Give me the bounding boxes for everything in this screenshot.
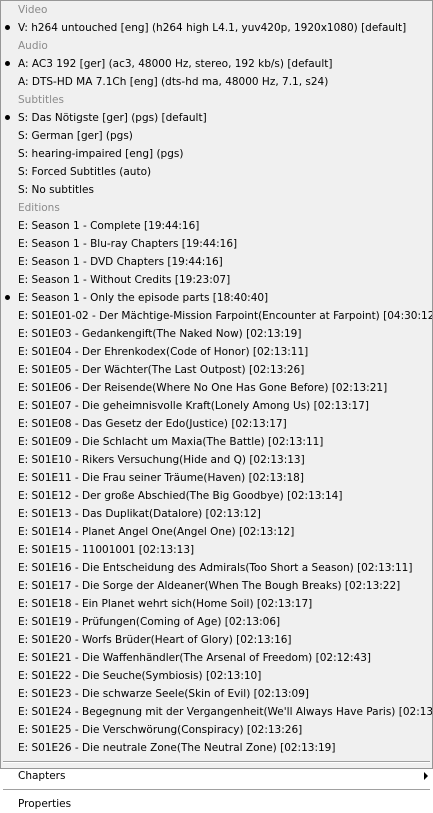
- menu-item-label: S: No subtitles: [18, 184, 94, 196]
- section-header-editions: Editions: [1, 199, 432, 217]
- menu-item-label: E: Season 1 - Blu-ray Chapters [19:44:16…: [18, 238, 238, 250]
- menu-item[interactable]: E: S01E11 - Die Frau seiner Träume(Haven…: [1, 469, 432, 487]
- menu-item-label: E: S01E14 - Planet Angel One(Angel One) …: [18, 526, 295, 538]
- radio-bullet-icon: [5, 25, 10, 30]
- menu-separator: [3, 789, 430, 791]
- section-header-subtitles: Subtitles: [1, 91, 432, 109]
- menu-separator: [3, 761, 430, 763]
- menu-item-label: E: Season 1 - Only the episode parts [18…: [18, 292, 269, 304]
- menu-item[interactable]: E: S01E10 - Rikers Versuchung(Hide and Q…: [1, 451, 432, 469]
- menu-item-label: E: S01E11 - Die Frau seiner Träume(Haven…: [18, 472, 304, 484]
- menu-item[interactable]: E: S01E16 - Die Entscheidung des Admiral…: [1, 559, 432, 577]
- menu-item[interactable]: E: S01E09 - Die Schlacht um Maxia(The Ba…: [1, 433, 432, 451]
- menu-item-label: E: Season 1 - Complete [19:44:16]: [18, 220, 200, 232]
- menu-item-label: E: S01E16 - Die Entscheidung des Admiral…: [18, 562, 413, 574]
- menu-item[interactable]: E: Season 1 - Blu-ray Chapters [19:44:16…: [1, 235, 432, 253]
- menu-item[interactable]: E: S01E21 - Die Waffenhändler(The Arsena…: [1, 649, 432, 667]
- menu-item[interactable]: E: Season 1 - DVD Chapters [19:44:16]: [1, 253, 432, 271]
- menu-item[interactable]: E: S01E25 - Die Verschwörung(Conspiracy)…: [1, 721, 432, 739]
- section-header-label: Video: [18, 4, 48, 16]
- section-header-label: Subtitles: [18, 94, 64, 106]
- menu-item-label: E: S01E26 - Die neutrale Zone(The Neutra…: [18, 742, 336, 754]
- menu-item-label: S: Das Nötigste [ger] (pgs) [default]: [18, 112, 207, 124]
- menu-item[interactable]: A: AC3 192 [ger] (ac3, 48000 Hz, stereo,…: [1, 55, 432, 73]
- properties-menu-item[interactable]: Properties: [1, 795, 432, 813]
- section-header-audio: Audio: [1, 37, 432, 55]
- menu-item-label: E: S01E22 - Die Seuche(Symbiosis) [02:13…: [18, 670, 262, 682]
- menu-item-label: E: S01E20 - Worfs Brüder(Heart of Glory)…: [18, 634, 292, 646]
- menu-item-label: E: Season 1 - DVD Chapters [19:44:16]: [18, 256, 223, 268]
- menu-item-label: E: S01E25 - Die Verschwörung(Conspiracy)…: [18, 724, 303, 736]
- menu-item[interactable]: E: S01E18 - Ein Planet wehrt sich(Home S…: [1, 595, 432, 613]
- menu-item[interactable]: E: S01E20 - Worfs Brüder(Heart of Glory)…: [1, 631, 432, 649]
- radio-bullet-icon: [5, 61, 10, 66]
- menu-item[interactable]: E: S01E17 - Die Sorge der Aldeaner(When …: [1, 577, 432, 595]
- menu-item-label: E: S01E10 - Rikers Versuchung(Hide and Q…: [18, 454, 305, 466]
- menu-item-label: S: hearing-impaired [eng] (pgs): [18, 148, 184, 160]
- menu-item[interactable]: E: S01E12 - Der große Abschied(The Big G…: [1, 487, 432, 505]
- menu-item-label: S: German [ger] (pgs): [18, 130, 133, 142]
- menu-item-label: E: S01E06 - Der Reisende(Where No One Ha…: [18, 382, 388, 394]
- menu-item[interactable]: S: Forced Subtitles (auto): [1, 163, 432, 181]
- menu-item-label: E: S01E18 - Ein Planet wehrt sich(Home S…: [18, 598, 313, 610]
- menu-item[interactable]: E: S01E26 - Die neutrale Zone(The Neutra…: [1, 739, 432, 757]
- menu-item-label: E: S01E12 - Der große Abschied(The Big G…: [18, 490, 343, 502]
- menu-item-label: E: S01E08 - Das Gesetz der Edo(Justice) …: [18, 418, 287, 430]
- menu-item-label: E: S01E07 - Die geheimnisvolle Kraft(Lon…: [18, 400, 369, 412]
- radio-bullet-icon: [5, 295, 10, 300]
- menu-item[interactable]: E: S01E07 - Die geheimnisvolle Kraft(Lon…: [1, 397, 432, 415]
- menu-item[interactable]: S: Das Nötigste [ger] (pgs) [default]: [1, 109, 432, 127]
- menu-item[interactable]: S: No subtitles: [1, 181, 432, 199]
- menu-item-label: E: S01E03 - Gedankengift(The Naked Now) …: [18, 328, 302, 340]
- section-header-video: Video: [1, 1, 432, 19]
- menu-item[interactable]: E: S01E14 - Planet Angel One(Angel One) …: [1, 523, 432, 541]
- menu-item-label: A: DTS-HD MA 7.1Ch [eng] (dts-hd ma, 480…: [18, 76, 329, 88]
- context-menu: Video V: h264 untouched [eng] (h264 high …: [0, 0, 433, 810]
- section-header-label: Editions: [18, 202, 60, 214]
- menu-item[interactable]: E: S01E01-02 - Der Mächtige-Mission Farp…: [1, 307, 432, 325]
- menu-item-label: E: S01E15 - 11001001 [02:13:13]: [18, 544, 195, 556]
- menu-item[interactable]: E: S01E22 - Die Seuche(Symbiosis) [02:13…: [1, 667, 432, 685]
- menu-item[interactable]: E: S01E04 - Der Ehrenkodex(Code of Honor…: [1, 343, 432, 361]
- chapters-submenu-item[interactable]: Chapters: [1, 767, 432, 785]
- chapters-label: Chapters: [18, 770, 66, 782]
- menu-item[interactable]: S: hearing-impaired [eng] (pgs): [1, 145, 432, 163]
- menu-item-label: E: S01E09 - Die Schlacht um Maxia(The Ba…: [18, 436, 324, 448]
- section-header-label: Audio: [18, 40, 48, 52]
- menu-item-label: V: h264 untouched [eng] (h264 high L4.1,…: [18, 22, 407, 34]
- menu-item-label: A: AC3 192 [ger] (ac3, 48000 Hz, stereo,…: [18, 58, 333, 70]
- menu-item[interactable]: E: S01E03 - Gedankengift(The Naked Now) …: [1, 325, 432, 343]
- properties-label: Properties: [18, 798, 72, 810]
- menu-item[interactable]: E: S01E13 - Das Duplikat(Datalore) [02:1…: [1, 505, 432, 523]
- menu-item[interactable]: V: h264 untouched [eng] (h264 high L4.1,…: [1, 19, 432, 37]
- radio-bullet-icon: [5, 115, 10, 120]
- menu-item-label: E: S01E24 - Begegnung mit der Vergangenh…: [18, 706, 432, 718]
- menu-item[interactable]: A: DTS-HD MA 7.1Ch [eng] (dts-hd ma, 480…: [1, 73, 432, 91]
- menu-item-label: E: S01E19 - Prüfungen(Coming of Age) [02…: [18, 616, 281, 628]
- menu-item[interactable]: E: Season 1 - Complete [19:44:16]: [1, 217, 432, 235]
- menu-item-label: E: S01E05 - Der Wächter(The Last Outpost…: [18, 364, 305, 376]
- menu-item-label: E: S01E01-02 - Der Mächtige-Mission Farp…: [18, 310, 432, 322]
- menu-item[interactable]: E: S01E08 - Das Gesetz der Edo(Justice) …: [1, 415, 432, 433]
- menu-item-label: E: S01E23 - Die schwarze Seele(Skin of E…: [18, 688, 309, 700]
- menu-item[interactable]: E: Season 1 - Without Credits [19:23:07]: [1, 271, 432, 289]
- menu-item[interactable]: E: S01E24 - Begegnung mit der Vergangenh…: [1, 703, 432, 721]
- menu-item[interactable]: E: S01E23 - Die schwarze Seele(Skin of E…: [1, 685, 432, 703]
- menu-item[interactable]: E: S01E06 - Der Reisende(Where No One Ha…: [1, 379, 432, 397]
- menu-item[interactable]: E: S01E15 - 11001001 [02:13:13]: [1, 541, 432, 559]
- menu-item-label: E: S01E21 - Die Waffenhändler(The Arsena…: [18, 652, 371, 664]
- menu-item[interactable]: E: Season 1 - Only the episode parts [18…: [1, 289, 432, 307]
- submenu-arrow-icon: [424, 772, 428, 780]
- menu-item-label: S: Forced Subtitles (auto): [18, 166, 152, 178]
- menu-item-label: E: S01E17 - Die Sorge der Aldeaner(When …: [18, 580, 401, 592]
- menu-item[interactable]: E: S01E05 - Der Wächter(The Last Outpost…: [1, 361, 432, 379]
- menu-item[interactable]: E: S01E19 - Prüfungen(Coming of Age) [02…: [1, 613, 432, 631]
- menu-item-label: E: S01E13 - Das Duplikat(Datalore) [02:1…: [18, 508, 261, 520]
- menu-item[interactable]: S: German [ger] (pgs): [1, 127, 432, 145]
- menu-item-label: E: S01E04 - Der Ehrenkodex(Code of Honor…: [18, 346, 309, 358]
- menu-item-label: E: Season 1 - Without Credits [19:23:07]: [18, 274, 231, 286]
